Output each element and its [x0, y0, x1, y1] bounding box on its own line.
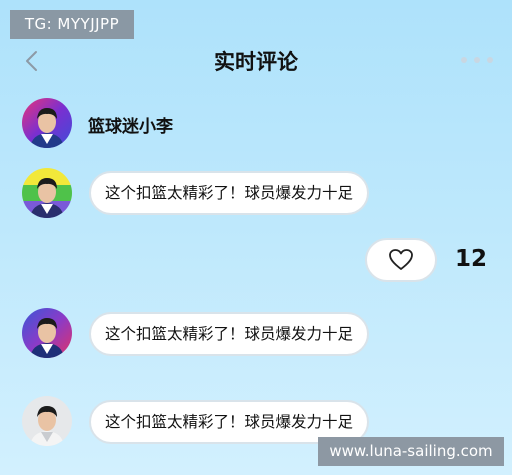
user-name: 篮球迷小李: [88, 117, 173, 137]
like-button[interactable]: [365, 238, 437, 282]
comment-bubble: 这个扣篮太精彩了！球员爆发力十足: [89, 171, 370, 215]
avatar[interactable]: [22, 396, 72, 446]
watermark: www.luna-sailing.com: [318, 437, 504, 466]
avatar[interactable]: [22, 168, 72, 218]
comment-bubble: 这个扣篮太精彩了！球员爆发力十足: [89, 312, 370, 356]
page-title: 实时评论: [214, 50, 298, 74]
like-count: 12: [455, 246, 488, 272]
avatar[interactable]: [22, 98, 72, 148]
more-dots-icon[interactable]: [461, 57, 493, 65]
heart-icon: [389, 249, 413, 270]
tg-badge: TG: MYYJJPP: [10, 10, 134, 39]
avatar[interactable]: [22, 308, 72, 358]
